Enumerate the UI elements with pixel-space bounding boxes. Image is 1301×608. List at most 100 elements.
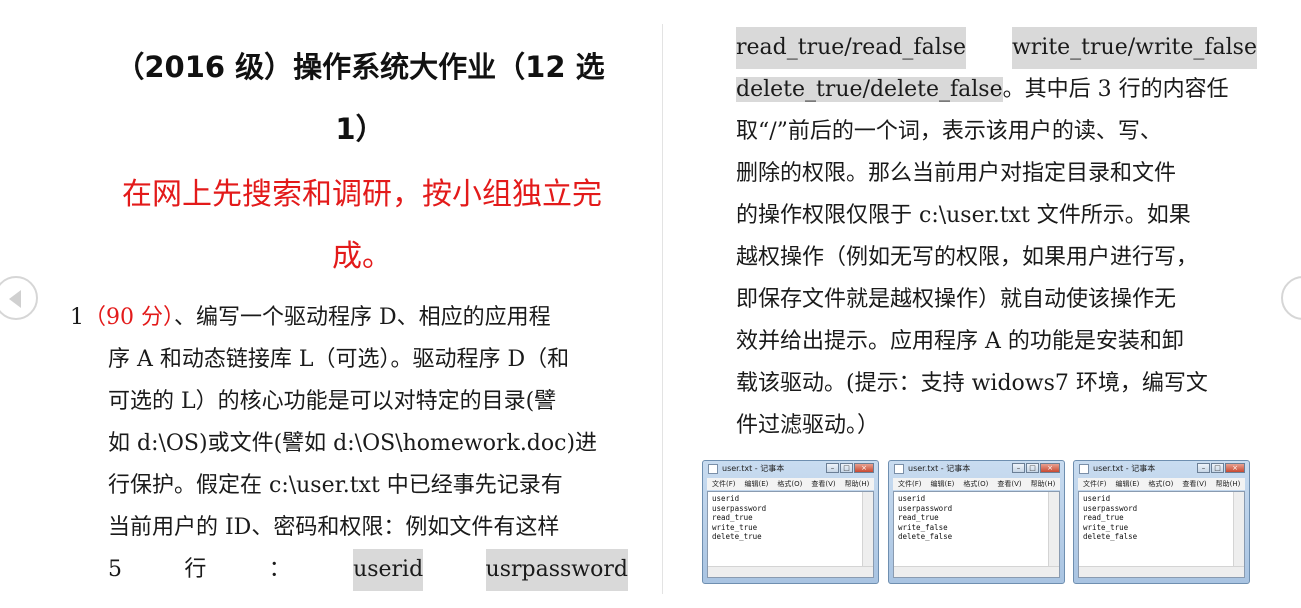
notepad-menu-item: 文件(F) [898,480,922,488]
text-run: 。其中后 3 行的内容任 [1002,77,1229,102]
notepad-text-line: userid [1083,494,1111,503]
notepad-text-line: delete_true [712,532,762,541]
notepad-menu-item: 编辑(E) [1115,480,1140,488]
text-run: 如 d:\OS)或文件(譬如 d:\OS\homework.doc)进 [108,431,598,456]
notepad-menu-item: 格式(O) [963,480,989,488]
text-run: 件过滤驱动。） [736,413,880,438]
document-title: （2016 级）操作系统大作业（12 选 1） [80,36,640,160]
highlighted-text: usrpassword [485,549,628,591]
next-page-button[interactable] [1281,276,1301,320]
notepad-text-line: read_true [712,513,753,522]
notepad-window: user.txt - 记事本 – □ × 文件(F) 编辑(E) 格式(O) 查看(V) 帮助(… [888,460,1065,584]
notepad-menubar: 文件(F) 编辑(E) 格式(O) 查看(V) 帮助(H) [707,478,874,490]
text-run: 即保存文件就是越权操作）就自动使该操作无 [736,287,1177,312]
notepad-menu-item: 编辑(E) [744,480,769,488]
horizontal-scrollbar [708,566,873,577]
text-run: 5 [108,557,122,582]
text-line: 序 A 和动态链接库 L（可选）。驱动程序 D（和 [108,339,628,381]
text-run: 可选的 L）的核心功能是可以对特定的目录(譬 [108,389,557,414]
notepad-menubar: 文件(F) 编辑(E) 格式(O) 查看(V) 帮助(H) [1078,478,1245,490]
notepad-screenshots: user.txt - 记事本 – □ × 文件(F) 编辑(E) 格式(O) 查看(V) 帮助(… [702,460,1255,585]
subtitle-line-2: 成。 [332,239,392,274]
notepad-content: userid userpassword read_true write_true del… [707,491,874,578]
notepad-window: user.txt - 记事本 – □ × 文件(F) 编辑(E) 格式(O) 查看(V) 帮助(… [702,460,879,584]
document-subtitle: 在网上先搜索和调研，按小组独立完 成。 [76,164,648,288]
minimize-icon: – [1197,463,1210,473]
text-run: 1 [70,305,84,330]
notepad-menu-item: 查看(V) [811,480,836,488]
text-line: 效并给出提示。应用程序 A 的功能是安装和卸 [736,321,1257,363]
notepad-title: user.txt - 记事本 [908,464,971,473]
minimize-icon: – [826,463,839,473]
notepad-title: user.txt - 记事本 [722,464,785,473]
notepad-titlebar: user.txt - 记事本 – □ × [889,461,1064,477]
text-run: 当前用户的 ID、密码和权限：例如文件有这样 [108,515,560,540]
title-line-2: 1） [335,112,385,146]
highlighted-text: userid [353,549,424,591]
text-line: 5 行 ： userid usrpassword [108,549,628,591]
notepad-title: user.txt - 记事本 [1093,464,1156,473]
notepad-text-line: userid [898,494,926,503]
text-line: delete_true/delete_false。其中后 3 行的内容任 [736,69,1257,111]
horizontal-scrollbar [1079,566,1244,577]
text-line: 载该驱动。(提示：支持 widows7 环境，编写文 [736,363,1257,405]
notepad-icon [708,464,718,474]
notepad-text-line: delete_false [1083,532,1138,541]
title-line-1: （2016 级）操作系统大作业（12 选 [115,50,605,84]
previous-page-button[interactable] [0,276,38,320]
notepad-content: userid userpassword read_true write_false de… [893,491,1060,578]
arrow-left-icon [9,290,21,308]
vertical-scrollbar [1048,492,1059,567]
close-icon: × [1225,463,1245,473]
notepad-menu-item: 查看(V) [1182,480,1207,488]
notepad-menu-item: 帮助(H) [844,480,870,488]
subtitle-line-1: 在网上先搜索和调研，按小组独立完 [122,177,602,212]
text-line: 当前用户的 ID、密码和权限：例如文件有这样 [108,507,628,549]
notepad-text-line: write_true [712,522,758,532]
text-line: 取“/”前后的一个词，表示该用户的读、写、 [736,111,1257,153]
notepad-menu-item: 格式(O) [1148,480,1174,488]
text-line: read_true/read_false write_true/write_fal… [736,27,1257,69]
notepad-text-line: userpassword [898,503,953,513]
close-icon: × [1040,463,1060,473]
maximize-icon: □ [1211,463,1224,473]
notepad-window: user.txt - 记事本 – □ × 文件(F) 编辑(E) 格式(O) 查看(V) 帮助(… [1073,460,1250,584]
text-line: 越权操作（例如无写的权限，如果用户进行写， [736,237,1257,279]
notepad-menu-item: 文件(F) [1083,480,1107,488]
notepad-icon [894,464,904,474]
notepad-text-line: userpassword [1083,503,1138,513]
page-divider [662,24,663,594]
notepad-menu-item: 编辑(E) [930,480,955,488]
text-run: 、编写一个驱动程序 D、相应的应用程 [174,305,551,330]
text-line: 可选的 L）的核心功能是可以对特定的目录(譬 [108,381,628,423]
text-run: 的操作权限仅限于 c:\user.txt 文件所示。如果 [736,203,1191,228]
text-run: 删除的权限。那么当前用户对指定目录和文件 [736,161,1177,186]
notepad-content: userid userpassword read_true write_true del… [1078,491,1245,578]
horizontal-scrollbar [894,566,1059,577]
text-line: 如 d:\OS)或文件(譬如 d:\OS\homework.doc)进 [108,423,628,465]
text-run: 载该驱动。(提示：支持 widows7 环境，编写文 [736,371,1208,396]
notepad-menu-item: 查看(V) [997,480,1022,488]
score-text: （90 分） [84,305,174,330]
maximize-icon: □ [840,463,853,473]
notepad-text-line: read_true [1083,513,1124,522]
close-icon: × [854,463,874,473]
maximize-icon: □ [1026,463,1039,473]
highlighted-text: write_true/write_false [1011,27,1257,69]
notepad-menubar: 文件(F) 编辑(E) 格式(O) 查看(V) 帮助(H) [893,478,1060,490]
vertical-scrollbar [1233,492,1244,567]
text-line: 删除的权限。那么当前用户对指定目录和文件 [736,153,1257,195]
notepad-text-line: userpassword [712,503,767,513]
text-run: 序 A 和动态链接库 L（可选）。驱动程序 D（和 [108,347,570,372]
text-run: 效并给出提示。应用程序 A 的功能是安装和卸 [736,329,1184,354]
text-line: 即保存文件就是越权操作）就自动使该操作无 [736,279,1257,321]
notepad-icon [1079,464,1089,474]
notepad-text-line: write_false [898,522,948,532]
notepad-text-line: read_true [898,513,939,522]
notepad-text-line: delete_false [898,532,953,541]
text-run: 行保护。假定在 c:\user.txt 中已经事先记录有 [108,473,563,498]
notepad-text-line: userid [712,494,740,503]
minimize-icon: – [1012,463,1025,473]
text-line: 的操作权限仅限于 c:\user.txt 文件所示。如果 [736,195,1257,237]
text-line: 1（90 分）、编写一个驱动程序 D、相应的应用程 [70,297,628,339]
